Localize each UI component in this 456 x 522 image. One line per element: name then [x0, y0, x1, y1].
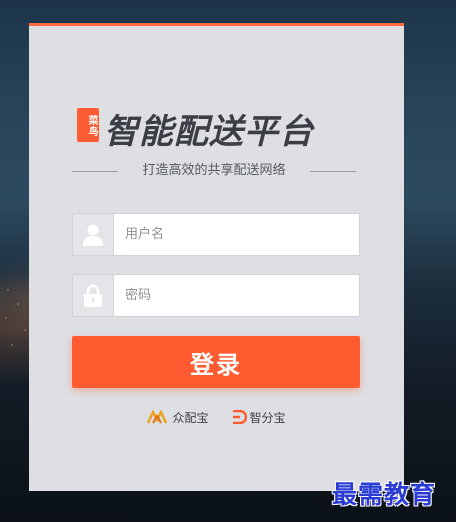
partner-links: 众配宝 智分宝	[29, 408, 404, 426]
watermark-text: 最需教育	[332, 480, 437, 509]
subtitle-divider-right	[310, 171, 356, 172]
partner-zhifenbao[interactable]: 智分宝	[231, 408, 286, 426]
lock-icon	[73, 275, 114, 316]
partner-zhongpeibao[interactable]: 众配宝	[147, 408, 209, 426]
username-field	[72, 213, 360, 256]
user-icon	[73, 214, 114, 255]
brand-badge: 菜鸟	[77, 108, 99, 142]
username-input[interactable]	[114, 214, 359, 255]
zhongpeibao-logo-icon	[147, 410, 168, 424]
partner-label: 众配宝	[172, 410, 209, 425]
brand-title: 智能配送平台	[104, 112, 314, 152]
password-field	[72, 274, 360, 317]
password-input[interactable]	[114, 275, 359, 316]
partner-label: 智分宝	[249, 410, 286, 425]
subtitle-row: 打造高效的共享配送网络	[72, 162, 356, 180]
login-panel: 菜鸟 智能配送平台 打造高效的共享配送网络 登录	[29, 23, 404, 491]
zhifenbao-logo-icon	[232, 410, 247, 424]
login-button[interactable]: 登录	[72, 336, 360, 388]
